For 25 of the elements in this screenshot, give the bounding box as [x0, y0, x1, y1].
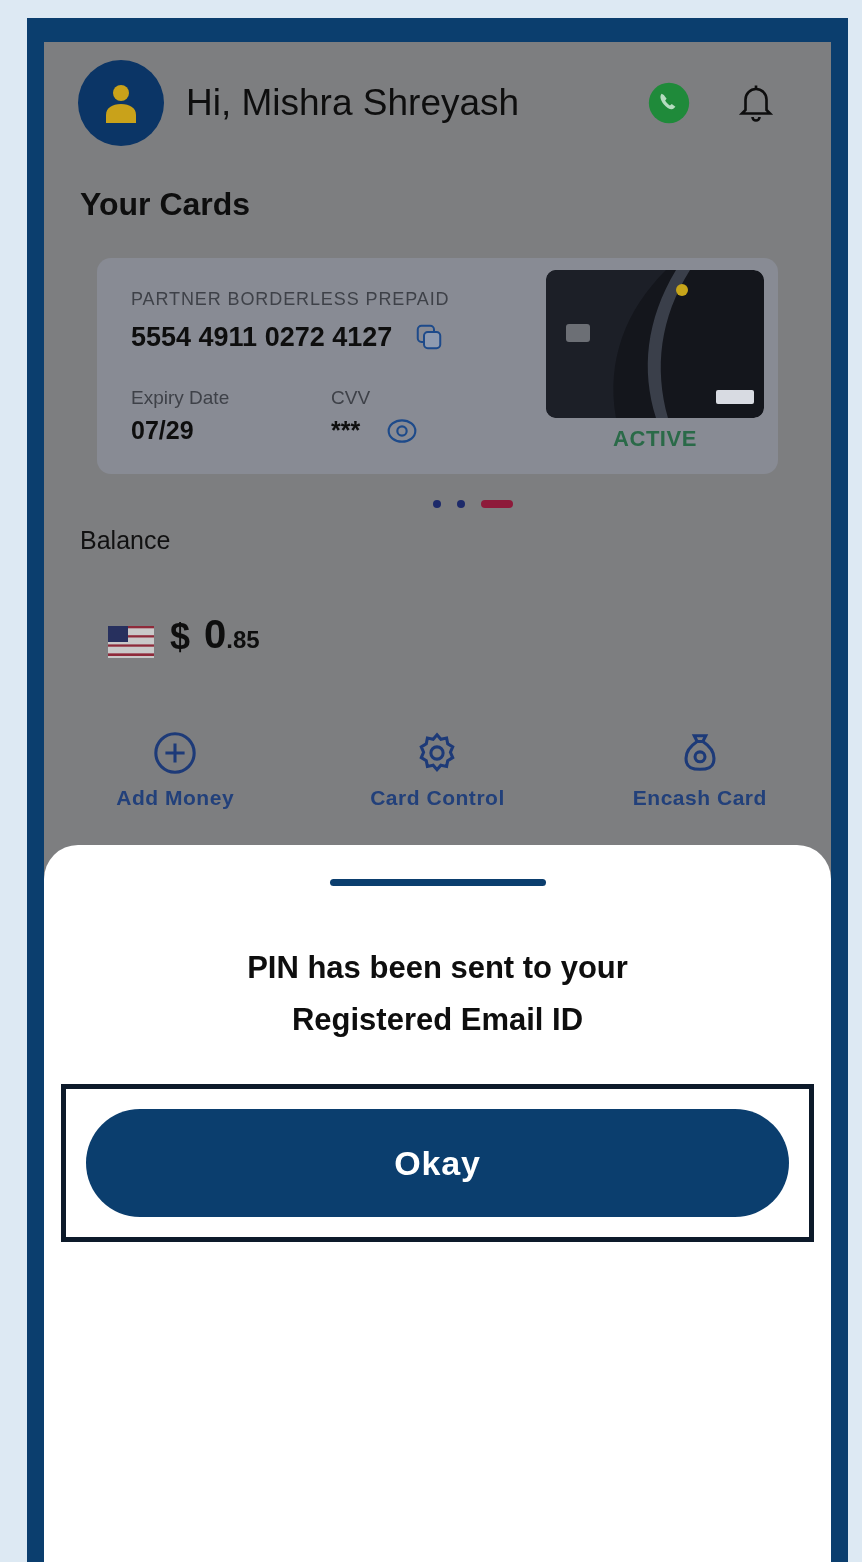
person-icon — [104, 83, 138, 123]
chat-icon[interactable] — [647, 81, 691, 125]
cvv-value: *** — [331, 415, 361, 446]
currency-symbol: $ — [170, 614, 191, 659]
page-indicator[interactable] — [432, 500, 441, 508]
section-title: Your Cards — [79, 185, 252, 224]
card-number: 5554 4911 0272 4127 — [131, 321, 393, 354]
message: PIN has been sent to your Registered Email ID — [246, 949, 629, 1039]
page-indicator[interactable] — [480, 500, 513, 508]
greeting: Hi, Mishra Shreyash — [186, 81, 521, 126]
page-indicator[interactable] — [456, 500, 465, 508]
add-icon — [152, 729, 199, 776]
okay-button[interactable]: Okay — [86, 1109, 789, 1217]
drag-handle[interactable] — [329, 879, 546, 886]
card-product: PARTNER BORDERLESS PREPAID — [131, 288, 451, 311]
expiry-label: Expiry Date — [131, 385, 231, 410]
cvv-label: CVV — [331, 385, 372, 410]
balance-amount: 0.85 — [204, 610, 260, 658]
card-status: ACTIVE — [613, 425, 697, 453]
flag-icon — [108, 625, 154, 658]
action-button[interactable]: Encash Card — [568, 729, 831, 813]
expiry-date: 07/29 — [131, 415, 195, 446]
action-button[interactable]: Add Money — [44, 729, 307, 813]
action-button[interactable]: Card Control — [306, 729, 569, 813]
balance-label: Balance — [79, 525, 172, 556]
